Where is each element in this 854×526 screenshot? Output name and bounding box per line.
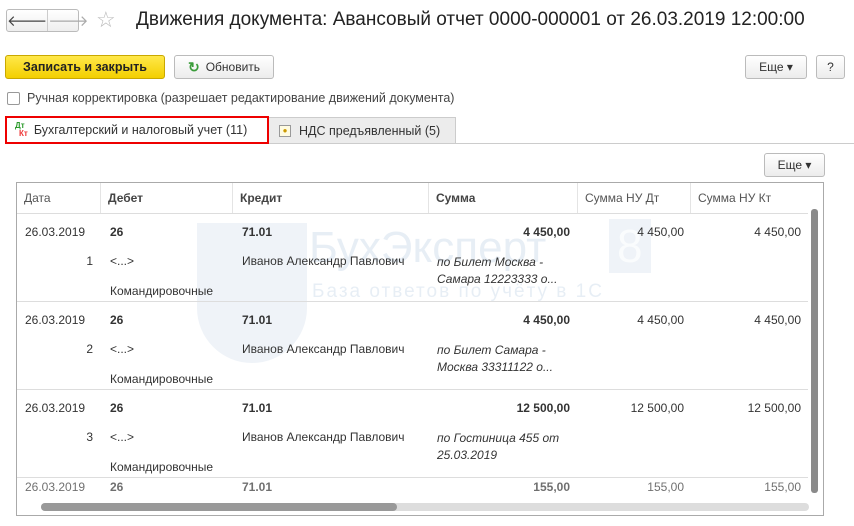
sum-cell: 12 500,00 xyxy=(516,401,570,415)
vertical-scroll-thumb[interactable] xyxy=(811,209,818,493)
credit-account: 71.01 xyxy=(242,480,273,494)
movements-table: БухЭксперт 8 База ответов по учёту в 1С … xyxy=(16,182,824,516)
description: по Билет Самара - Москва 33311122 о... xyxy=(437,343,553,374)
sum-nu-kt: 4 450,00 xyxy=(754,225,801,239)
grid-more-button[interactable]: Еще ▾ xyxy=(764,153,825,177)
date-cell: 26.03.2019 xyxy=(25,313,86,327)
sum-nu-dt: 4 450,00 xyxy=(637,225,684,239)
back-arrow-icon[interactable]: 🡐 xyxy=(7,10,49,31)
sum-nu-dt: 12 500,00 xyxy=(630,401,684,415)
refresh-icon: ↻ xyxy=(187,58,200,75)
forward-arrow-icon[interactable]: 🡒 xyxy=(48,10,88,31)
save-and-close-button[interactable]: Записать и закрыть xyxy=(5,55,165,79)
sum-nu-dt: 4 450,00 xyxy=(637,313,684,327)
table-row[interactable]: 26.03.2019 26 71.01 155,00 155,00 155,00 xyxy=(17,478,809,498)
debit-subconto: <...> xyxy=(110,430,135,444)
column-header[interactable]: Сумма xyxy=(429,183,578,213)
description: по Билет Москва - Самара 12223333 о... xyxy=(437,255,558,286)
tab-label: Бухгалтерский и налоговый учет (11) xyxy=(33,123,248,137)
debit-account: 26 xyxy=(110,480,124,494)
refresh-label: Обновить xyxy=(205,60,261,74)
debit-subconto: Командировочные xyxy=(110,460,214,474)
row-number: 1 xyxy=(86,254,93,268)
refresh-button[interactable]: ↻ Обновить xyxy=(174,55,274,79)
vertical-scrollbar[interactable] xyxy=(808,183,823,497)
debit-account: 26 xyxy=(110,313,124,327)
dt-kt-icon: Дт Кт xyxy=(15,121,28,138)
date-cell: 26.03.2019 xyxy=(25,480,86,494)
table-row[interactable]: 26.03.2019 3 26 <...> Командировочные 71.01 Ив… xyxy=(17,390,809,478)
tab-vat[interactable]: ● НДС предъявленный (5) xyxy=(268,117,456,144)
sum-nu-kt: 155,00 xyxy=(764,480,801,494)
debit-account: 26 xyxy=(110,225,124,239)
date-cell: 26.03.2019 xyxy=(25,225,86,239)
debit-subconto: <...> xyxy=(110,254,135,268)
debit-account: 26 xyxy=(110,401,124,415)
favorite-star-icon[interactable]: ☆ xyxy=(96,7,116,33)
sum-cell: 4 450,00 xyxy=(523,225,570,239)
row-number: 2 xyxy=(86,342,93,356)
coins-icon: ● xyxy=(279,124,291,137)
credit-subconto: Иванов Александр Павлович xyxy=(242,430,405,444)
tab-accounting[interactable]: Дт Кт Бухгалтерский и налоговый учет (11) xyxy=(5,116,269,144)
credit-subconto: Иванов Александр Павлович xyxy=(242,254,405,268)
manual-correction-checkbox[interactable] xyxy=(7,92,20,105)
debit-subconto: <...> xyxy=(110,342,135,356)
table-row[interactable]: 26.03.2019 1 26 <...> Командировочные 71.01 Ив… xyxy=(17,214,809,302)
row-number: 3 xyxy=(86,430,93,444)
sum-cell: 155,00 xyxy=(533,480,570,494)
debit-subconto: Командировочные xyxy=(110,284,214,298)
credit-account: 71.01 xyxy=(242,225,273,239)
date-cell: 26.03.2019 xyxy=(25,401,86,415)
sum-cell: 4 450,00 xyxy=(523,313,570,327)
tab-label: НДС предъявленный (5) xyxy=(299,123,441,138)
horizontal-scrollbar[interactable] xyxy=(17,497,823,515)
tab-divider xyxy=(456,143,854,144)
manual-correction-label: Ручная корректировка (разрешает редактир… xyxy=(27,91,455,105)
more-button[interactable]: Еще ▾ xyxy=(745,55,807,79)
credit-account: 71.01 xyxy=(242,401,273,415)
sum-nu-kt: 4 450,00 xyxy=(754,313,801,327)
sum-nu-dt: 155,00 xyxy=(647,480,684,494)
table-row[interactable]: 26.03.2019 2 26 <...> Командировочные 71.01 Ив… xyxy=(17,302,809,390)
debit-subconto: Командировочные xyxy=(110,372,214,386)
column-header[interactable]: Сумма НУ Дт xyxy=(578,183,691,213)
credit-subconto: Иванов Александр Павлович xyxy=(242,342,405,356)
nav-buttons: 🡐 🡒 xyxy=(6,9,88,32)
credit-account: 71.01 xyxy=(242,313,273,327)
column-header[interactable]: Кредит xyxy=(233,183,429,213)
horizontal-scroll-thumb[interactable] xyxy=(41,503,397,511)
column-header[interactable]: Дебет xyxy=(101,183,233,213)
column-header[interactable]: Дата xyxy=(17,183,101,213)
description: по Гостиница 455 от 25.03.2019 xyxy=(437,431,560,462)
table-header: Дата Дебет Кредит Сумма Сумма НУ Дт Сумма НУ … xyxy=(17,183,809,214)
sum-nu-kt: 12 500,00 xyxy=(747,401,801,415)
column-header[interactable]: Сумма НУ Кт xyxy=(691,183,809,213)
help-button[interactable]: ? xyxy=(816,55,845,79)
window-title: Движения документа: Авансовый отчет 0000… xyxy=(136,9,805,30)
